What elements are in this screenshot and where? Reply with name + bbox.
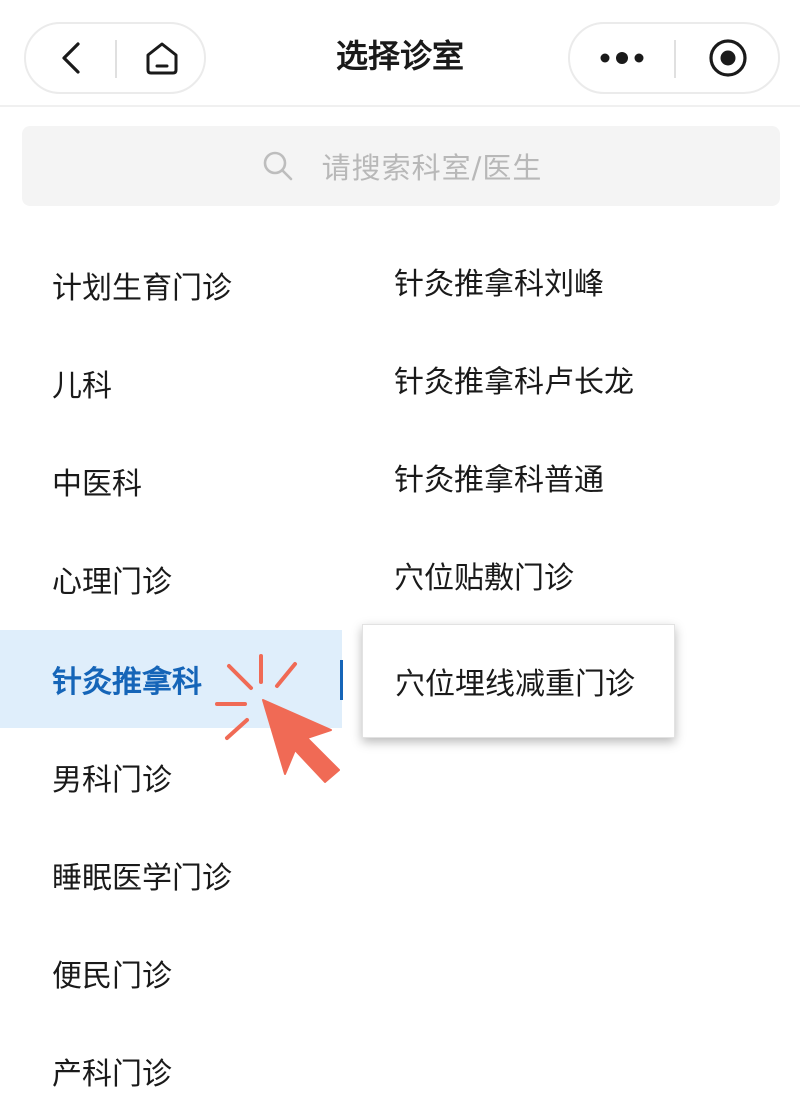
- department-item[interactable]: 儿科: [0, 334, 342, 432]
- department-item[interactable]: 睡眠医学门诊: [0, 826, 342, 924]
- page-title: 选择诊室: [335, 37, 464, 75]
- clinic-item[interactable]: 针灸推拿科卢长龙: [394, 334, 634, 424]
- department-item[interactable]: 中医科: [0, 432, 342, 530]
- department-label: 男科门诊: [52, 763, 172, 798]
- department-item[interactable]: 男科门诊: [0, 728, 342, 826]
- chevron-left-icon: [61, 42, 80, 74]
- clinic-label: 穴位埋线减重门诊: [395, 667, 635, 702]
- clinic-item-highlighted[interactable]: 穴位埋线减重门诊: [362, 624, 675, 738]
- department-label: 产科门诊: [52, 1057, 172, 1092]
- department-label: 计划生育门诊: [52, 271, 232, 306]
- department-label: 心理门诊: [52, 565, 172, 600]
- department-item[interactable]: 计划生育门诊: [0, 236, 342, 334]
- clinic-item[interactable]: 针灸推拿科刘峰: [394, 236, 604, 326]
- more-dots-icon: [600, 52, 644, 64]
- close-miniprogram-button[interactable]: [676, 24, 780, 92]
- navigation-bar: 选择诊室: [0, 0, 800, 107]
- department-item-active[interactable]: 针灸推拿科: [0, 630, 342, 728]
- search-input[interactable]: 请搜索科室/医生: [22, 126, 780, 206]
- more-button[interactable]: [570, 24, 674, 92]
- home-icon: [146, 42, 177, 75]
- clinic-item[interactable]: 穴位贴敷门诊: [394, 530, 574, 620]
- clinic-item[interactable]: 针灸推拿科普通: [394, 432, 604, 522]
- search-icon: [260, 148, 296, 184]
- department-item[interactable]: 心理门诊: [0, 530, 342, 628]
- target-icon: [709, 39, 747, 77]
- home-button[interactable]: [117, 24, 206, 92]
- clinic-label: 穴位贴敷门诊: [394, 561, 574, 596]
- back-button[interactable]: [26, 24, 115, 92]
- active-indicator: [340, 660, 343, 700]
- search-placeholder: 请搜索科室/医生: [321, 151, 543, 185]
- nav-capsule-right: [568, 22, 780, 94]
- clinic-label: 针灸推拿科刘峰: [394, 267, 604, 302]
- department-item[interactable]: 便民门诊: [0, 924, 342, 1022]
- department-item[interactable]: 产科门诊: [0, 1022, 342, 1120]
- clinic-label: 针灸推拿科普通: [394, 463, 604, 498]
- department-label: 睡眠医学门诊: [52, 861, 232, 896]
- department-label: 中医科: [52, 467, 142, 502]
- department-label: 儿科: [52, 369, 112, 404]
- clinic-label: 针灸推拿科卢长龙: [394, 365, 634, 400]
- department-list: 计划生育门诊 儿科 中医科 心理门诊 针灸推拿科 男科门诊 睡眠医学门诊 便民门…: [0, 236, 342, 1092]
- department-label: 针灸推拿科: [52, 665, 202, 700]
- department-label: 便民门诊: [52, 959, 172, 994]
- nav-capsule-left: [24, 22, 206, 94]
